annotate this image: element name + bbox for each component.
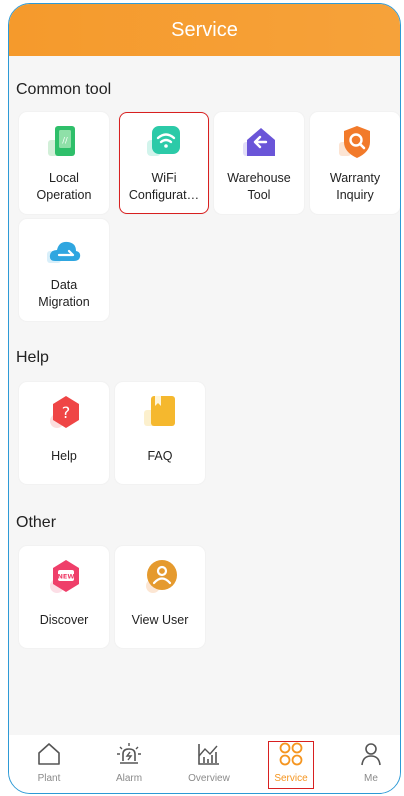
- alarm-icon: [117, 743, 141, 764]
- page-title: Service: [171, 19, 238, 41]
- tab-plant[interactable]: Plant: [19, 741, 79, 789]
- service-grid-icon: [279, 742, 303, 766]
- tab-overview[interactable]: Overview: [179, 741, 239, 789]
- help-label: Help: [51, 449, 77, 463]
- section-title-other: Other: [16, 514, 57, 531]
- warehouse-icon: [243, 128, 275, 156]
- local-operation-icon: //: [48, 126, 75, 156]
- tool-label-line1: Local: [49, 171, 79, 185]
- warranty-search-icon: [339, 126, 370, 158]
- home-icon: [38, 743, 60, 765]
- view-user-label: View User: [131, 613, 189, 627]
- tool-label-line2: Tool: [247, 188, 271, 202]
- tool-local-operation[interactable]: // Local Operation: [19, 112, 109, 214]
- tool-warehouse[interactable]: Warehouse Tool: [214, 112, 304, 214]
- faq-label: FAQ: [147, 449, 173, 463]
- tab-label: Alarm: [115, 773, 143, 784]
- chart-icon: [198, 744, 219, 765]
- phone-frame: Service Common tool // Local Operation W…: [8, 3, 401, 794]
- tool-label-line1: Warehouse: [227, 171, 291, 185]
- tab-service[interactable]: Service: [268, 741, 314, 789]
- other-item-discover[interactable]: NEW Discover: [19, 546, 109, 648]
- tool-label-line2: Configurat…: [128, 188, 200, 202]
- tab-me[interactable]: Me: [341, 741, 400, 789]
- section-title-help: Help: [16, 349, 49, 366]
- new-badge-icon: NEW: [50, 560, 79, 593]
- cloud-migration-icon: [47, 241, 81, 263]
- tool-wifi-configuration[interactable]: WiFi Configurat…: [119, 112, 209, 214]
- svg-text://: //: [62, 136, 68, 145]
- help-item-help[interactable]: ? Help: [19, 382, 109, 484]
- svg-text:?: ?: [62, 403, 71, 422]
- tab-label: Service: [274, 773, 308, 784]
- tool-label-line2: Inquiry: [336, 188, 374, 202]
- tool-label-line2: Operation: [36, 188, 92, 202]
- bottom-tab-bar: Plant Alarm Overview Service Me: [9, 735, 400, 793]
- tool-label-line1: Data: [50, 278, 78, 292]
- tab-label: Plant: [37, 773, 61, 784]
- section-title-common-tool: Common tool: [16, 81, 112, 98]
- wifi-icon: [147, 126, 180, 156]
- help-question-icon: ?: [50, 396, 79, 428]
- discover-label: Discover: [39, 613, 89, 627]
- tool-label-line2: Migration: [38, 295, 90, 309]
- faq-book-icon: [144, 396, 175, 426]
- tool-label-line1: Warranty: [329, 171, 381, 185]
- user-icon: [146, 560, 177, 593]
- help-item-faq[interactable]: FAQ: [115, 382, 205, 484]
- tab-label: Me: [364, 773, 378, 784]
- tool-warranty-inquiry[interactable]: Warranty Inquiry: [310, 112, 400, 214]
- page-header: Service: [9, 4, 400, 56]
- svg-text:NEW: NEW: [57, 573, 74, 581]
- person-icon: [361, 743, 381, 766]
- tab-label: Overview: [188, 773, 230, 784]
- tool-label-line1: WiFi: [151, 171, 177, 185]
- tab-alarm[interactable]: Alarm: [99, 741, 159, 789]
- tool-data-migration[interactable]: Data Migration: [19, 219, 109, 321]
- other-item-view-user[interactable]: View User: [115, 546, 205, 648]
